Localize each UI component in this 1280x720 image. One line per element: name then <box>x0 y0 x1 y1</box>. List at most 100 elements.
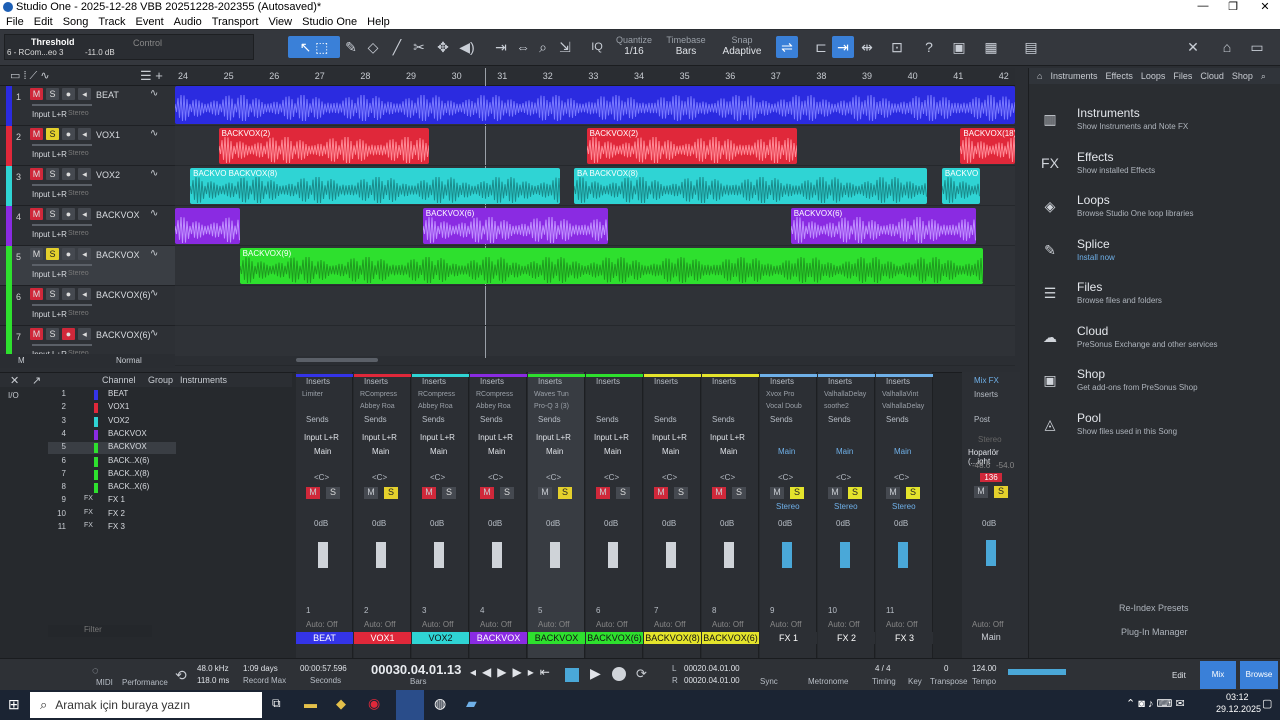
audio-clip[interactable]: BACKVO <box>941 168 980 204</box>
insert-slot[interactable]: soothe2 <box>824 403 849 410</box>
inserts-label[interactable]: Inserts <box>712 377 736 386</box>
channel-name-label[interactable]: FX 1 <box>760 632 817 644</box>
windows-start-icon[interactable]: ⊞ <box>8 696 20 713</box>
track-name[interactable]: BEAT <box>96 90 119 100</box>
reindex-presets-button[interactable]: Re-Index Presets <box>1119 603 1189 613</box>
main-mute-button[interactable]: M <box>974 486 988 498</box>
mute-button[interactable]: M <box>30 168 43 180</box>
insert-slot[interactable]: Waves Tun <box>534 391 569 398</box>
mute-button[interactable]: M <box>30 288 43 300</box>
insert-slot[interactable]: RCompress <box>360 391 397 398</box>
channel-output[interactable]: Main <box>546 447 563 456</box>
mute-button[interactable]: M <box>30 248 43 260</box>
loop-toggle-icon[interactable]: ⟳ <box>636 666 647 682</box>
track-name[interactable]: BACKVOX(6) <box>96 330 151 340</box>
menu-event[interactable]: Event <box>136 16 164 28</box>
menu-transport[interactable]: Transport <box>212 16 259 28</box>
pan-knob[interactable]: <C> <box>488 473 503 482</box>
audio-clip[interactable]: BACKVOX(18) <box>960 128 1015 164</box>
track-name[interactable]: BACKVOX(6) <box>96 290 151 300</box>
inserts-label[interactable]: Inserts <box>538 377 562 386</box>
transpose-value[interactable]: 0 <box>944 664 948 673</box>
autoscroll-icon[interactable]: ⇲ <box>554 36 576 58</box>
tab-cloud[interactable]: Cloud <box>1200 71 1224 81</box>
sends-label[interactable]: Sends <box>422 415 445 424</box>
inserts-label[interactable]: Inserts <box>480 377 504 386</box>
track-input[interactable]: Input L+R <box>32 310 67 319</box>
solo-button[interactable]: S <box>46 88 59 100</box>
performance-icon[interactable]: ⟲ <box>175 667 187 684</box>
filter-input[interactable]: Filter <box>48 625 152 637</box>
channel-fader[interactable] <box>666 542 676 568</box>
channel-solo-button[interactable]: S <box>674 487 688 499</box>
channel-stereo[interactable]: Stereo <box>892 502 916 511</box>
mute-button[interactable]: M <box>30 128 43 140</box>
mute-tool-icon[interactable]: ✂ <box>408 36 430 58</box>
record-button[interactable] <box>612 667 626 681</box>
sync-label[interactable]: Sync <box>760 677 778 686</box>
channel-name-label[interactable]: VOX2 <box>412 632 469 644</box>
autoscroll-follow-icon[interactable]: ⇥ <box>832 36 854 58</box>
channel-input[interactable]: Input L+R <box>536 433 571 442</box>
channel-mute-button[interactable]: M <box>828 487 842 499</box>
channel-input[interactable]: Input L+R <box>594 433 629 442</box>
transport-buttons-icon[interactable]: ◂◀▶▶▸⇤ <box>470 665 556 679</box>
audio-clip[interactable]: BACKVOX(9) <box>239 248 984 284</box>
channel-fader[interactable] <box>840 542 850 568</box>
insert-slot[interactable]: Pro-Q 3 (3) <box>534 403 569 410</box>
track-input[interactable]: Input L+R <box>32 150 67 159</box>
timebase-select[interactable]: Bars <box>664 46 708 57</box>
track-volume-slider[interactable] <box>32 104 92 106</box>
task-view-icon[interactable]: ⧉ <box>272 696 281 711</box>
track-lane[interactable] <box>175 286 1015 326</box>
eraser-tool-icon[interactable]: ◇ <box>362 36 384 58</box>
channel-name-label[interactable]: FX 2 <box>818 632 875 644</box>
sends-label[interactable]: Sends <box>364 415 387 424</box>
main-inserts-label[interactable]: Inserts <box>974 390 998 399</box>
menu-track[interactable]: Track <box>98 16 125 28</box>
record-arm-button[interactable]: ● <box>62 88 75 100</box>
pan-knob[interactable]: <C> <box>430 473 445 482</box>
channel-name-label[interactable]: BACKVOX(8) <box>644 632 701 644</box>
monitor-button[interactable]: ◂ <box>78 288 91 300</box>
channel-mute-button[interactable]: M <box>480 487 494 499</box>
browser-item-files[interactable]: ☰ Files Browse files and folders <box>1039 280 1269 320</box>
close-button[interactable]: ✕ <box>1250 0 1280 15</box>
channel-fader[interactable] <box>550 542 560 568</box>
channel-name-label[interactable]: BEAT <box>296 632 353 644</box>
pencil-tool-icon[interactable]: ✎ <box>340 36 362 58</box>
horizontal-scrollbar[interactable] <box>296 358 378 362</box>
home-icon[interactable]: ⌂ <box>1216 36 1238 58</box>
insert-slot[interactable]: Limiter <box>302 391 323 398</box>
pan-knob[interactable]: <C> <box>372 473 387 482</box>
track-lane[interactable]: BACKVOX(2) BACKVOX(2) BACKVOX(18) <box>175 126 1015 166</box>
sends-label[interactable]: Sends <box>886 415 909 424</box>
menu-edit[interactable]: Edit <box>34 16 53 28</box>
app-icon-1[interactable]: ◆ <box>336 696 346 712</box>
solo-button[interactable]: S <box>46 328 59 340</box>
tools-icon[interactable]: ✕ <box>1182 36 1204 58</box>
browser-item-instruments[interactable]: ▥ Instruments Show Instruments and Note FX <box>1039 106 1269 146</box>
channel-auto[interactable]: Auto: Off <box>306 620 337 629</box>
right-locator[interactable]: 00020.04.01.00 <box>684 676 740 685</box>
solo-button[interactable]: S <box>46 208 59 220</box>
mute-button[interactable]: M <box>30 88 43 100</box>
normal-mode[interactable]: Normal <box>116 356 142 365</box>
menu-audio[interactable]: Audio <box>174 16 202 28</box>
channel-list-row[interactable]: 4 BACKVOX <box>48 429 176 441</box>
notifications-icon[interactable]: ▢ <box>1262 697 1272 710</box>
channel-auto[interactable]: Auto: Off <box>886 620 917 629</box>
channel-output[interactable]: Main <box>604 447 621 456</box>
monitor-button[interactable]: ◂ <box>78 88 91 100</box>
audio-clip[interactable] <box>175 86 1015 124</box>
pan-knob[interactable]: <C> <box>546 473 561 482</box>
inserts-label[interactable]: Inserts <box>886 377 910 386</box>
sends-label[interactable]: Sends <box>538 415 561 424</box>
inserts-label[interactable]: Inserts <box>306 377 330 386</box>
insert-slot[interactable]: Abbey Roa <box>360 403 395 410</box>
insert-slot[interactable]: Xvox Pro <box>766 391 794 398</box>
solo-button[interactable]: S <box>46 128 59 140</box>
channel-input[interactable]: Input L+R <box>304 433 339 442</box>
record-arm-button[interactable]: ● <box>62 328 75 340</box>
channel-output[interactable]: Main <box>372 447 389 456</box>
